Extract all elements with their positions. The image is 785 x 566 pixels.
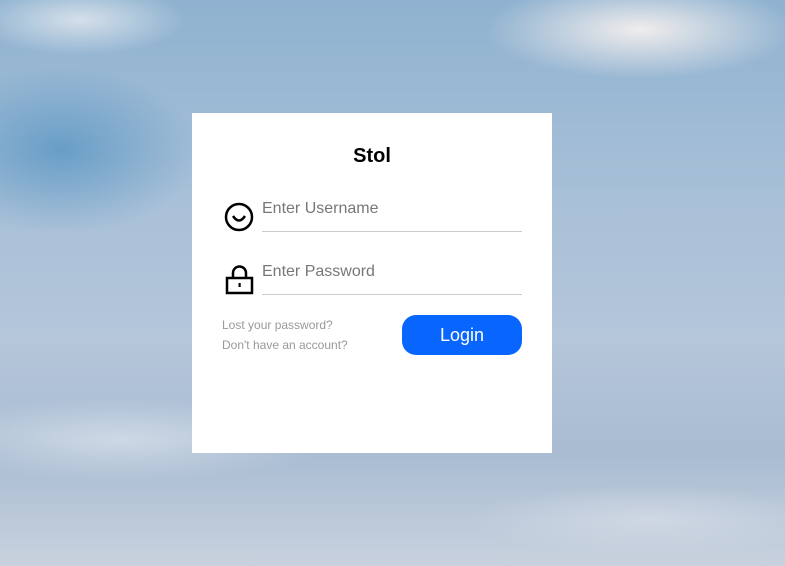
signup-link[interactable]: Don't have an account? <box>222 338 348 352</box>
password-input[interactable] <box>262 263 522 281</box>
username-field <box>262 193 522 232</box>
login-button[interactable]: Login <box>402 315 522 355</box>
user-smile-icon <box>224 201 256 238</box>
username-input[interactable] <box>262 200 522 218</box>
password-field <box>262 256 522 295</box>
login-card: Stol Lost your password? Don't have an a… <box>192 113 552 453</box>
lock-icon <box>224 263 256 300</box>
lost-password-link[interactable]: Lost your password? <box>222 318 333 332</box>
app-title: Stol <box>353 145 391 167</box>
